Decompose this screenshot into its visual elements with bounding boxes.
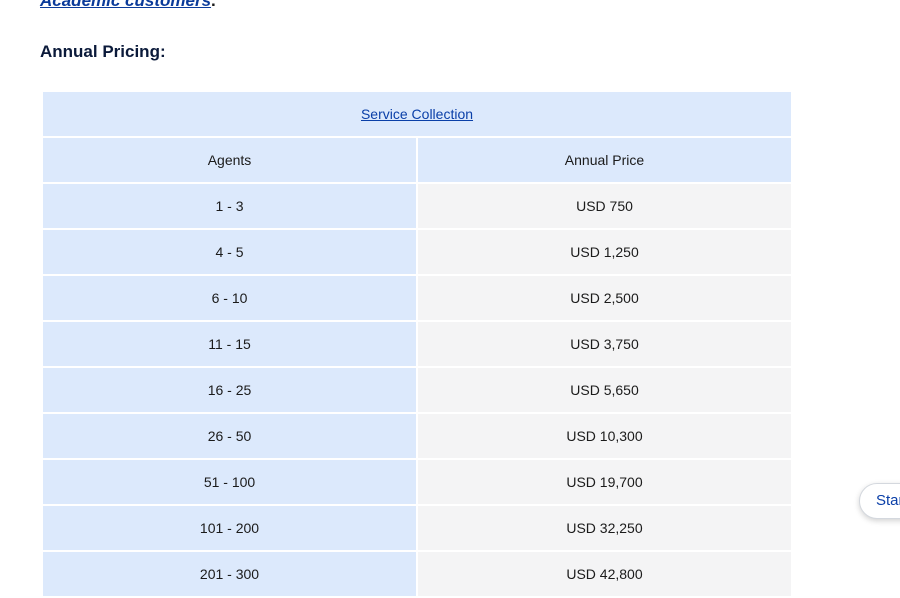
agents-cell: 51 - 100 — [43, 460, 416, 504]
table-caption-cell: Service Collection — [43, 92, 791, 136]
table-row: 11 - 15 USD 3,750 — [43, 322, 791, 366]
pricing-table-body: Service Collection Agents Annual Price 1… — [43, 92, 791, 596]
price-cell: USD 1,250 — [418, 230, 791, 274]
table-row: 4 - 5 USD 1,250 — [43, 230, 791, 274]
academic-customers-line: Academic customers. — [40, 0, 216, 11]
agents-cell: 6 - 10 — [43, 276, 416, 320]
column-header-annual-price: Annual Price — [418, 138, 791, 182]
table-row: 6 - 10 USD 2,500 — [43, 276, 791, 320]
price-cell: USD 42,800 — [418, 552, 791, 596]
table-row: 51 - 100 USD 19,700 — [43, 460, 791, 504]
agents-cell: 101 - 200 — [43, 506, 416, 550]
agents-cell: 201 - 300 — [43, 552, 416, 596]
table-row: 16 - 25 USD 5,650 — [43, 368, 791, 412]
annual-pricing-heading: Annual Pricing: — [40, 42, 166, 61]
pricing-table: Service Collection Agents Annual Price 1… — [41, 90, 793, 598]
price-cell: USD 19,700 — [418, 460, 791, 504]
agents-cell: 26 - 50 — [43, 414, 416, 458]
column-header-agents: Agents — [43, 138, 416, 182]
price-cell: USD 10,300 — [418, 414, 791, 458]
price-cell: USD 750 — [418, 184, 791, 228]
agents-cell: 16 - 25 — [43, 368, 416, 412]
agents-cell: 11 - 15 — [43, 322, 416, 366]
academic-customers-link[interactable]: Academic customers — [40, 0, 211, 10]
link-trailing-punctuation: . — [211, 0, 216, 10]
start-chat-button[interactable]: Start — [859, 483, 900, 519]
agents-cell: 4 - 5 — [43, 230, 416, 274]
price-cell: USD 5,650 — [418, 368, 791, 412]
price-cell: USD 3,750 — [418, 322, 791, 366]
agents-cell: 1 - 3 — [43, 184, 416, 228]
table-header-row: Agents Annual Price — [43, 138, 791, 182]
table-row: 1 - 3 USD 750 — [43, 184, 791, 228]
table-row: 101 - 200 USD 32,250 — [43, 506, 791, 550]
price-cell: USD 32,250 — [418, 506, 791, 550]
service-collection-link[interactable]: Service Collection — [361, 106, 473, 122]
table-caption-row: Service Collection — [43, 92, 791, 136]
table-row: 26 - 50 USD 10,300 — [43, 414, 791, 458]
table-row: 201 - 300 USD 42,800 — [43, 552, 791, 596]
price-cell: USD 2,500 — [418, 276, 791, 320]
